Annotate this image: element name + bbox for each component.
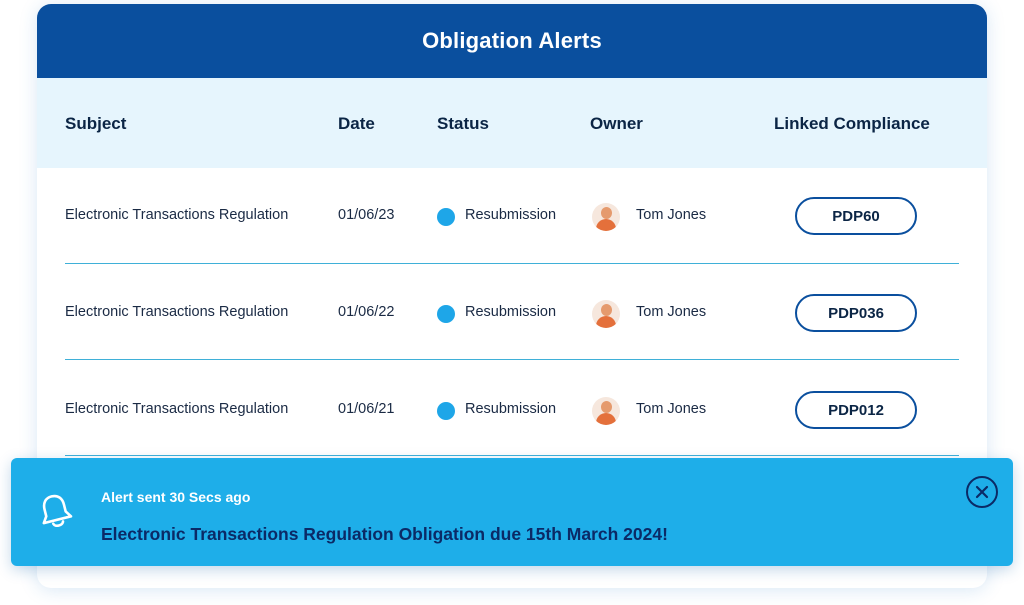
row-status: Resubmission [465,304,557,320]
row-owner: Tom Jones [636,401,707,417]
row-owner: Tom Jones [636,207,707,223]
row-date: 01/06/21 [338,401,395,417]
column-header-status[interactable]: Status [437,114,489,134]
linked-compliance-button[interactable]: PDP60 [795,197,917,235]
row-subject: Electronic Transactions Regulation [65,401,289,417]
alert-toast[interactable]: Alert sent 30 Secs ago Electronic Transa… [11,458,1013,566]
bell-icon [42,494,73,528]
card-title: Obligation Alerts [37,4,987,78]
row-subject: Electronic Transactions Regulation [65,207,289,223]
status-dot-icon [437,208,455,226]
status-dot-icon [437,402,455,420]
row-status: Resubmission [465,401,557,417]
alert-message: Electronic Transactions Regulation Oblig… [101,524,668,544]
avatar-icon [592,203,620,231]
row-subject: Electronic Transactions Regulation [65,304,289,320]
table-row[interactable]: Electronic Transactions Regulation 01/06… [37,168,987,264]
avatar-icon [592,397,620,425]
table-row[interactable]: Electronic Transactions Regulation 01/06… [37,360,987,456]
table-row[interactable]: Electronic Transactions Regulation 01/06… [37,264,987,360]
row-owner: Tom Jones [636,304,707,320]
close-icon[interactable] [966,476,998,508]
linked-compliance-button[interactable]: PDP012 [795,391,917,429]
row-status: Resubmission [465,207,557,223]
column-header-linked-compliance[interactable]: Linked Compliance [774,114,930,134]
row-divider [65,454,959,456]
linked-compliance-button[interactable]: PDP036 [795,294,917,332]
status-dot-icon [437,305,455,323]
column-header-subject[interactable]: Subject [65,114,126,134]
avatar-icon [592,300,620,328]
column-header-date[interactable]: Date [338,114,375,134]
alert-timestamp: Alert sent 30 Secs ago [101,489,251,505]
table-header: Subject Date Status Owner Linked Complia… [37,78,987,168]
row-date: 01/06/23 [338,207,395,223]
column-header-owner[interactable]: Owner [590,114,643,134]
row-date: 01/06/22 [338,304,395,320]
